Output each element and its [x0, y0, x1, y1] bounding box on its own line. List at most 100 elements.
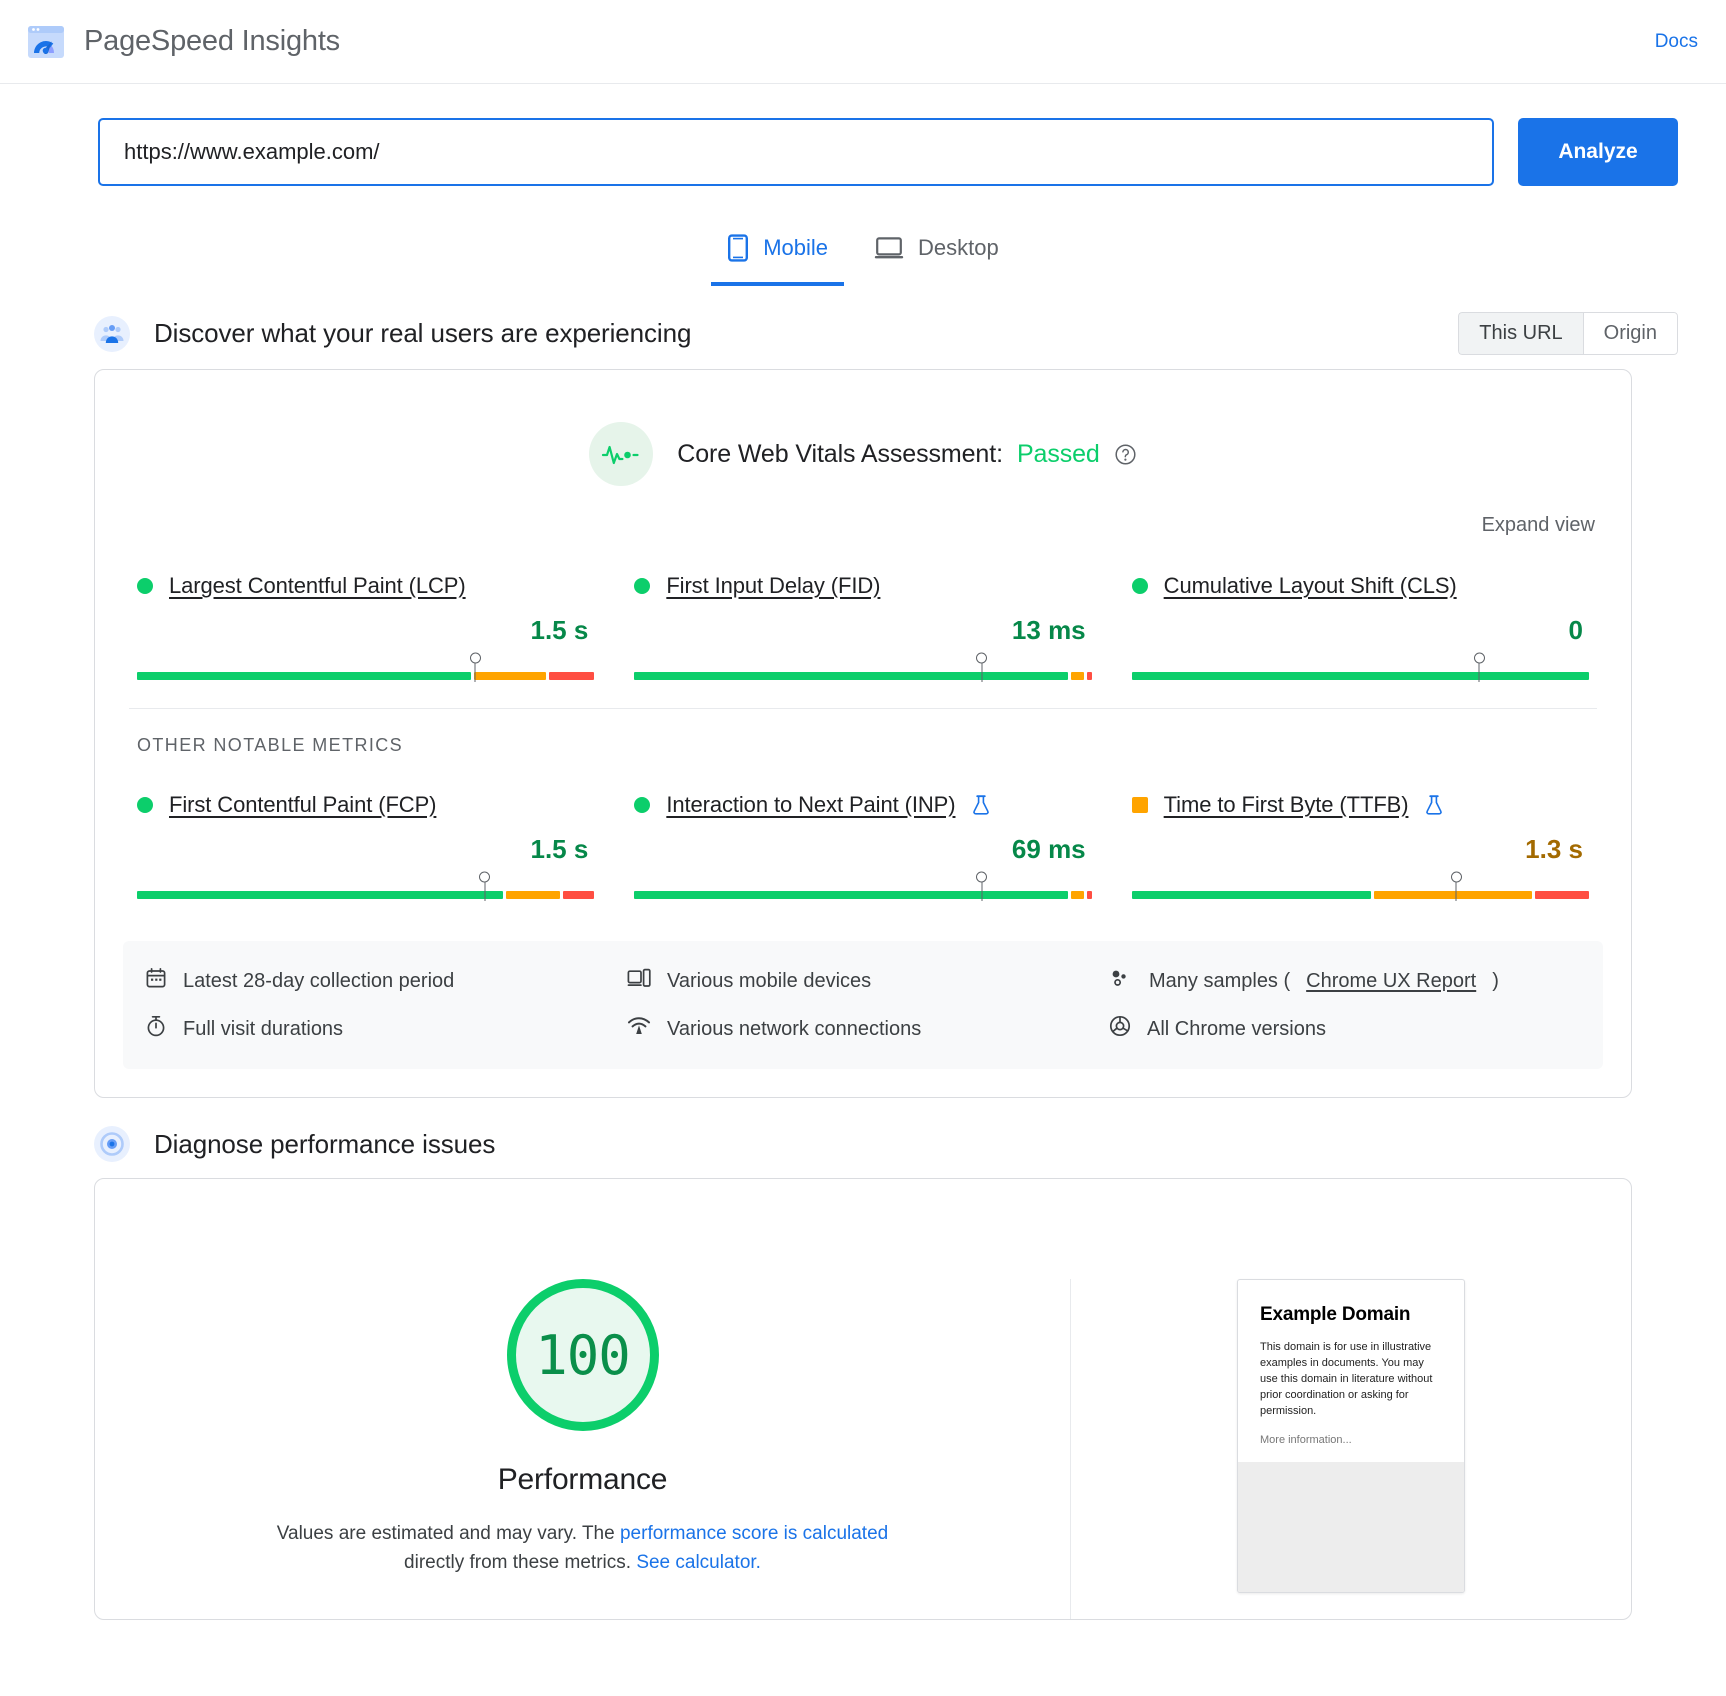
- seg-good: [137, 672, 471, 680]
- status-dot-good: [634, 797, 651, 813]
- score-calculated-link[interactable]: performance score is calculated: [620, 1523, 888, 1544]
- metric-ttfb: Time to First Byte (TTFB) 1.3 s: [1124, 792, 1597, 901]
- core-metrics-grid: Largest Contentful Paint (LCP) 1.5 s Fir…: [95, 537, 1631, 708]
- thumbnail-paragraph: This domain is for use in illustrative e…: [1260, 1341, 1433, 1417]
- help-circle-icon[interactable]: [1114, 443, 1137, 466]
- field-section-header: Discover what your real users are experi…: [48, 286, 1678, 369]
- seg-needs-improvement: [473, 672, 547, 680]
- distribution-marker-icon: [474, 660, 476, 682]
- seg-poor: [549, 672, 595, 680]
- performance-score-note: Values are estimated and may vary. The p…: [253, 1519, 913, 1578]
- metric-ttfb-distribution: [1131, 879, 1589, 901]
- metric-fcp-distribution: [137, 879, 595, 901]
- chrome-ux-report-link[interactable]: Chrome UX Report: [1306, 970, 1476, 993]
- meta-samples-text: Many samples (: [1149, 969, 1291, 992]
- docs-link[interactable]: Docs: [1655, 31, 1698, 53]
- cwv-assessment-title: Core Web Vitals Assessment: Passed: [677, 440, 1136, 469]
- score-note-part2: directly from these metrics.: [404, 1552, 637, 1574]
- seg-good: [137, 891, 503, 899]
- form-factor-tabs: Mobile Desktop: [0, 224, 1726, 286]
- scope-toggle: This URL Origin: [1458, 312, 1678, 355]
- performance-score-value: 100: [535, 1323, 631, 1387]
- meta-samples-text-after: ): [1492, 969, 1499, 992]
- metric-inp-label-row: Interaction to Next Paint (INP): [634, 792, 1091, 818]
- lab-data-card: 100 Performance Values are estimated and…: [94, 1178, 1632, 1620]
- app-title: PageSpeed Insights: [84, 25, 340, 57]
- url-input[interactable]: [98, 118, 1494, 186]
- cwv-assessment-label: Core Web Vitals Assessment:: [677, 439, 1003, 468]
- metric-lcp: Largest Contentful Paint (LCP) 1.5 s: [129, 573, 602, 682]
- meta-devices: Various mobile devices: [627, 967, 1099, 995]
- metric-inp-name[interactable]: Interaction to Next Paint (INP): [666, 792, 955, 818]
- metric-fid-name[interactable]: First Input Delay (FID): [666, 573, 880, 599]
- field-data-card: Core Web Vitals Assessment: Passed Expan…: [94, 369, 1632, 1098]
- tab-desktop[interactable]: Desktop: [858, 224, 1015, 286]
- metric-fid-label-row: First Input Delay (FID): [634, 573, 1091, 599]
- cwv-assessment-row: Core Web Vitals Assessment: Passed: [95, 370, 1631, 496]
- seg-good: [634, 672, 1068, 680]
- metric-cls-label-row: Cumulative Layout Shift (CLS): [1131, 573, 1589, 599]
- seg-poor: [1534, 891, 1589, 899]
- flask-icon: [1424, 794, 1444, 816]
- distribution-marker-icon: [1478, 660, 1480, 682]
- lab-section-header: Diagnose performance issues: [48, 1098, 1678, 1178]
- meta-visit-durations-text: Full visit durations: [183, 1017, 344, 1040]
- meta-visit-durations: Full visit durations: [145, 1015, 617, 1043]
- brand: PageSpeed Insights: [24, 20, 340, 64]
- cwv-assessment-verdict: Passed: [1016, 439, 1100, 468]
- metric-fcp-name[interactable]: First Contentful Paint (FCP): [169, 792, 436, 818]
- status-dot-good: [1131, 578, 1148, 594]
- other-metrics-grid: First Contentful Paint (FCP) 1.5 s Inter…: [95, 756, 1631, 927]
- metric-cls-name[interactable]: Cumulative Layout Shift (CLS): [1164, 573, 1457, 599]
- performance-gauge: 100: [506, 1279, 659, 1431]
- see-calculator-link[interactable]: See calculator.: [636, 1552, 761, 1573]
- seg-poor: [562, 891, 595, 899]
- seg-needs-improvement: [1070, 891, 1085, 899]
- distribution-marker-icon: [484, 879, 486, 901]
- app-header: PageSpeed Insights Docs: [0, 0, 1726, 84]
- meta-chrome-versions: All Chrome versions: [1109, 1015, 1581, 1043]
- network-icon: [627, 1016, 651, 1042]
- seg-good: [1131, 672, 1589, 680]
- tab-desktop-label: Desktop: [918, 235, 999, 260]
- metric-lcp-name[interactable]: Largest Contentful Paint (LCP): [169, 573, 466, 599]
- tab-mobile[interactable]: Mobile: [711, 224, 845, 286]
- seg-needs-improvement: [1070, 672, 1085, 680]
- metric-cls-value: 0: [1568, 615, 1583, 645]
- metric-fcp-value: 1.5 s: [530, 834, 589, 864]
- thumbnail-more-link: More information...: [1260, 1433, 1352, 1446]
- devices-icon: [627, 968, 651, 994]
- metric-inp-distribution: [634, 879, 1092, 901]
- metric-ttfb-name[interactable]: Time to First Byte (TTFB): [1164, 792, 1409, 818]
- other-metrics-heading: Other notable metrics: [137, 735, 404, 755]
- metric-fid-distribution: [634, 660, 1092, 682]
- seg-good: [1131, 891, 1371, 899]
- pagespeed-gauge-icon: [24, 20, 68, 64]
- metric-ttfb-value: 1.3 s: [1525, 834, 1583, 864]
- metric-inp-value: 69 ms: [1011, 834, 1086, 864]
- page-thumbnail-column: Example Domain This domain is for use in…: [1071, 1279, 1631, 1593]
- analyze-button[interactable]: Analyze: [1518, 118, 1678, 186]
- performance-score-column: 100 Performance Values are estimated and…: [95, 1279, 1071, 1619]
- scope-origin[interactable]: Origin: [1582, 312, 1678, 355]
- metric-lcp-label-row: Largest Contentful Paint (LCP): [137, 573, 594, 599]
- collection-meta: Latest 28-day collection period Various …: [123, 941, 1603, 1069]
- metric-fcp-label-row: First Contentful Paint (FCP): [137, 792, 594, 818]
- meta-collection-period: Latest 28-day collection period: [145, 967, 617, 995]
- distribution-marker-icon: [981, 879, 983, 901]
- thumbnail-fold: [1238, 1461, 1464, 1592]
- samples-icon: [1109, 968, 1133, 994]
- expand-view-link[interactable]: Expand view: [1482, 514, 1595, 537]
- meta-samples: Many samples ( Chrome UX Report): [1109, 967, 1581, 995]
- meta-devices-text: Various mobile devices: [667, 969, 872, 992]
- meta-collection-period-text: Latest 28-day collection period: [183, 969, 455, 992]
- calendar-icon: [145, 967, 167, 995]
- score-note-part1: Values are estimated and may vary. The: [276, 1523, 620, 1544]
- scope-this-url[interactable]: This URL: [1458, 312, 1583, 355]
- metric-fid: First Input Delay (FID) 13 ms: [626, 573, 1099, 682]
- status-dot-good: [137, 578, 153, 594]
- tab-mobile-label: Mobile: [763, 235, 829, 260]
- metric-lcp-value: 1.5 s: [530, 615, 589, 645]
- pulse-heartbeat-icon: [589, 422, 654, 486]
- metric-cls-distribution: [1131, 660, 1589, 682]
